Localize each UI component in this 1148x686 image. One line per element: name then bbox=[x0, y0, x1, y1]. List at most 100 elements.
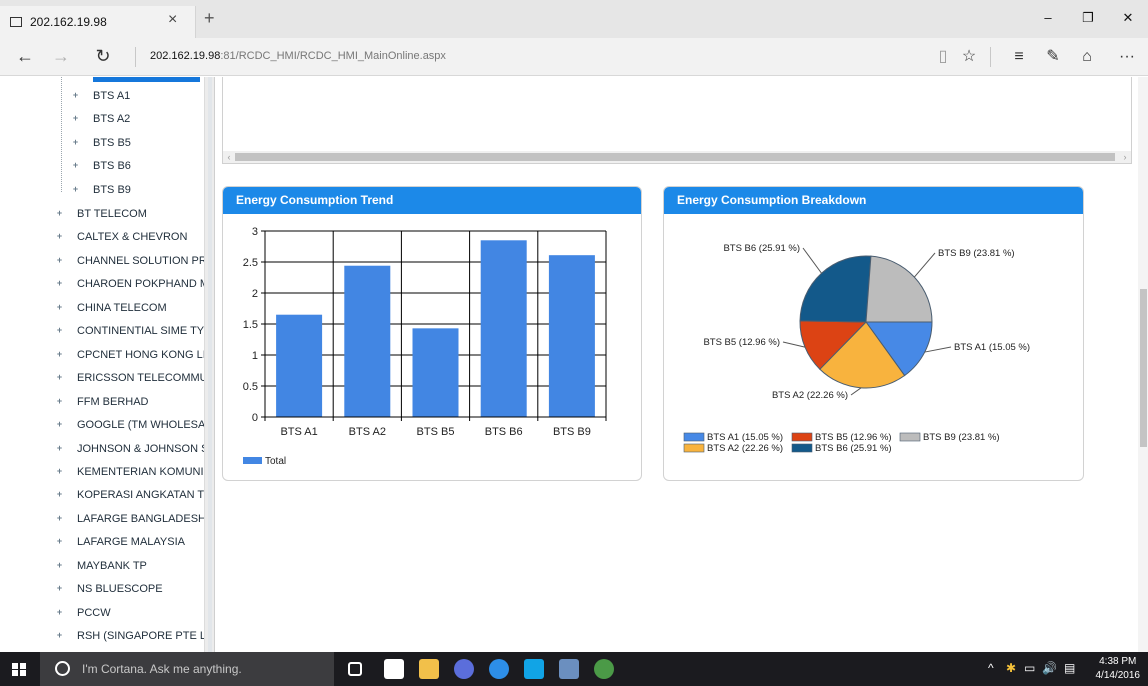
taskbar: I'm Cortana. Ask me anything. ^ ✱ ▭ 🔊 ▤ … bbox=[0, 652, 1148, 686]
horizontal-scroll-thumb[interactable] bbox=[235, 153, 1115, 161]
legend-label: BTS A2 (22.26 %) bbox=[707, 443, 783, 454]
legend-label: BTS B6 (25.91 %) bbox=[815, 443, 892, 454]
scroll-right-icon[interactable]: › bbox=[1119, 151, 1131, 163]
network-icon[interactable]: ✱ bbox=[1006, 661, 1016, 675]
top-panel: ‹ › bbox=[222, 77, 1132, 164]
file-explorer-icon[interactable] bbox=[419, 659, 439, 679]
bar bbox=[480, 240, 527, 417]
toolbar-separator bbox=[990, 47, 991, 67]
expand-icon[interactable] bbox=[55, 444, 64, 453]
tree-item-label: CONTINENTIAL SIME TYI bbox=[77, 325, 204, 338]
app-icon-2[interactable] bbox=[559, 659, 579, 679]
url-field[interactable]: 202.162.19.98:81/RCDC_HMI/RCDC_HMI_MainO… bbox=[150, 50, 446, 62]
tree-item-label: NS BLUESCOPE bbox=[77, 583, 163, 596]
expand-icon[interactable] bbox=[55, 490, 64, 499]
expand-icon[interactable] bbox=[55, 537, 64, 546]
splitter[interactable] bbox=[204, 77, 215, 652]
store-icon[interactable] bbox=[384, 659, 404, 679]
favorite-icon[interactable]: ☆ bbox=[956, 46, 982, 68]
scroll-left-icon[interactable]: ‹ bbox=[223, 151, 235, 163]
back-button[interactable]: ← bbox=[12, 45, 38, 69]
volume-icon[interactable]: 🔊 bbox=[1042, 661, 1057, 675]
cortana-search[interactable]: I'm Cortana. Ask me anything. bbox=[40, 652, 334, 686]
url-path: :81/RCDC_HMI/RCDC_HMI_MainOnline.aspx bbox=[220, 50, 446, 62]
tree-selected-item[interactable] bbox=[93, 77, 200, 82]
expand-icon[interactable] bbox=[55, 232, 64, 241]
expand-icon[interactable] bbox=[55, 584, 64, 593]
y-tick-label: 3 bbox=[252, 226, 258, 238]
expand-icon[interactable] bbox=[71, 185, 80, 194]
tree-item-label: CPCNET HONG KONG LII bbox=[77, 348, 204, 361]
expand-icon[interactable] bbox=[71, 114, 80, 123]
expand-icon[interactable] bbox=[71, 138, 80, 147]
battery-icon[interactable]: ▭ bbox=[1024, 661, 1035, 675]
minimize-button[interactable]: – bbox=[1028, 10, 1068, 25]
expand-icon[interactable] bbox=[55, 561, 64, 570]
legend-swatch bbox=[243, 457, 262, 464]
browser-tab[interactable]: 202.162.19.98 × bbox=[0, 6, 196, 38]
expand-icon[interactable] bbox=[55, 514, 64, 523]
maximize-button[interactable]: ❐ bbox=[1068, 10, 1108, 26]
legend-swatch bbox=[683, 443, 705, 453]
slice-label: BTS B6 (25.91 %) bbox=[723, 243, 800, 254]
expand-icon[interactable] bbox=[55, 373, 64, 382]
expand-icon[interactable] bbox=[55, 209, 64, 218]
x-tick-label: BTS A2 bbox=[349, 426, 386, 438]
more-icon[interactable]: ··· bbox=[1114, 46, 1140, 68]
tree-item-label: GOOGLE (TM WHOLESAL bbox=[77, 419, 204, 432]
tray-chevron-icon[interactable]: ^ bbox=[988, 661, 994, 675]
tree-item-label: KOPERASI ANGKATAN TI bbox=[77, 489, 204, 502]
paint-icon[interactable] bbox=[594, 659, 614, 679]
page-icon bbox=[10, 17, 22, 27]
vertical-scroll-thumb[interactable] bbox=[1140, 289, 1147, 447]
cortana-icon bbox=[55, 661, 70, 676]
hub-icon[interactable]: ≡ bbox=[1006, 46, 1032, 68]
expand-icon[interactable] bbox=[55, 420, 64, 429]
expand-icon[interactable] bbox=[55, 256, 64, 265]
forward-button[interactable]: → bbox=[48, 45, 74, 69]
task-view-icon[interactable] bbox=[348, 662, 362, 676]
web-note-icon[interactable]: ✎ bbox=[1040, 46, 1066, 68]
skype-icon[interactable] bbox=[524, 659, 544, 679]
expand-icon[interactable] bbox=[55, 608, 64, 617]
trend-panel-title: Energy Consumption Trend bbox=[223, 187, 641, 214]
app-icon[interactable] bbox=[454, 659, 474, 679]
tree-item-label: BTS A1 bbox=[93, 90, 131, 102]
notifications-icon[interactable]: ▤ bbox=[1064, 661, 1075, 675]
expand-icon[interactable] bbox=[71, 91, 80, 100]
url-host: 202.162.19.98 bbox=[150, 50, 221, 62]
expand-icon[interactable] bbox=[55, 326, 64, 335]
new-tab-button[interactable]: + bbox=[204, 9, 215, 27]
tree-item-label: LAFARGE BANGLADESH bbox=[77, 512, 204, 525]
share-icon[interactable]: ⌂ bbox=[1074, 46, 1100, 68]
legend-label: BTS B9 (23.81 %) bbox=[923, 432, 1000, 443]
refresh-button[interactable]: ↻ bbox=[90, 45, 116, 69]
tree-item-label: BT TELECOM bbox=[77, 208, 147, 220]
expand-icon[interactable] bbox=[55, 303, 64, 312]
windows-start-icon[interactable] bbox=[0, 652, 40, 686]
expand-icon[interactable] bbox=[55, 350, 64, 359]
expand-icon[interactable] bbox=[55, 467, 64, 476]
expand-icon[interactable] bbox=[55, 631, 64, 640]
close-window-button[interactable]: ✕ bbox=[1108, 10, 1148, 26]
clock[interactable]: 4:38 PM 4/14/2016 bbox=[1096, 655, 1141, 683]
expand-icon[interactable] bbox=[71, 161, 80, 170]
legend-swatch bbox=[899, 432, 921, 442]
expand-icon[interactable] bbox=[55, 279, 64, 288]
reading-view-icon[interactable]: ▯ bbox=[930, 46, 956, 68]
edge-icon[interactable] bbox=[489, 659, 509, 679]
legend-label: Total bbox=[265, 456, 286, 467]
close-tab-icon[interactable]: × bbox=[168, 11, 177, 29]
legend-swatch bbox=[791, 432, 813, 442]
tree-item-label: CHAROEN POKPHAND M/ bbox=[77, 278, 204, 291]
tree-item-label: RSH (SINGAPORE PTE LT bbox=[77, 630, 204, 643]
vertical-scrollbar[interactable] bbox=[1138, 77, 1148, 652]
horizontal-scrollbar[interactable]: ‹ › bbox=[223, 151, 1131, 163]
leader-line bbox=[850, 387, 862, 396]
legend-swatch bbox=[791, 443, 813, 453]
site-tree: BTS A1 BTS A2 BTS B5 BTS B6 BTS B9 BT TELECOM… bbox=[0, 77, 204, 652]
expand-icon[interactable] bbox=[55, 397, 64, 406]
tree-item-label: BTS B5 bbox=[93, 136, 131, 149]
tree-item-label: MAYBANK TP bbox=[77, 559, 147, 572]
slice-label: BTS B9 (23.81 %) bbox=[938, 248, 1015, 259]
